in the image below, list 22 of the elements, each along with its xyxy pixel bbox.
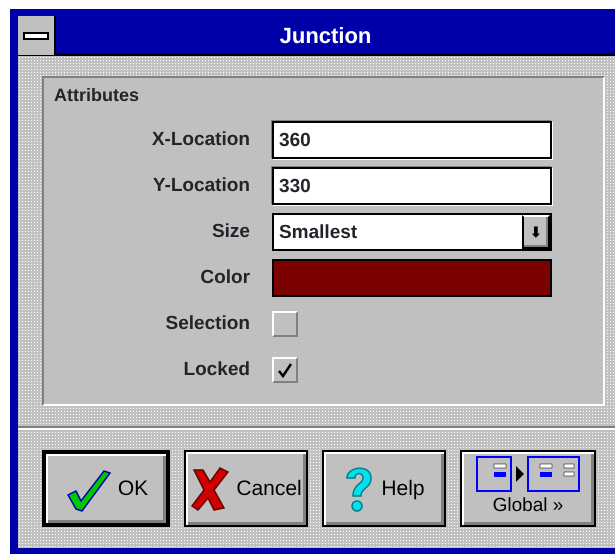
group-title: Attributes — [54, 84, 140, 107]
global-button[interactable]: Global » — [460, 450, 596, 527]
color-swatch[interactable] — [272, 259, 552, 297]
dialog-layout-icon — [476, 456, 580, 492]
system-menu-button[interactable] — [18, 16, 56, 55]
ok-button[interactable]: OK — [42, 450, 170, 527]
window-title: Junction — [278, 22, 372, 50]
dropdown-button[interactable]: ⬇ — [522, 215, 550, 249]
checkmark-icon — [277, 362, 293, 378]
cancel-button[interactable]: Cancel — [184, 450, 308, 527]
field-label: Color — [199, 266, 251, 290]
minus-bar-icon — [23, 32, 49, 40]
x-icon — [190, 466, 230, 512]
size-dropdown[interactable]: Smallest ⬇ — [272, 213, 552, 251]
input-field[interactable]: 360 — [272, 121, 552, 159]
field-label: X-Location — [150, 128, 251, 152]
field-label: Y-Location — [152, 174, 251, 198]
field-label: Size — [210, 220, 251, 244]
help-button[interactable]: Help — [322, 450, 446, 527]
field-label: Selection — [164, 312, 251, 336]
field-label: Locked — [182, 358, 251, 382]
input-field[interactable]: 330 — [272, 167, 552, 205]
